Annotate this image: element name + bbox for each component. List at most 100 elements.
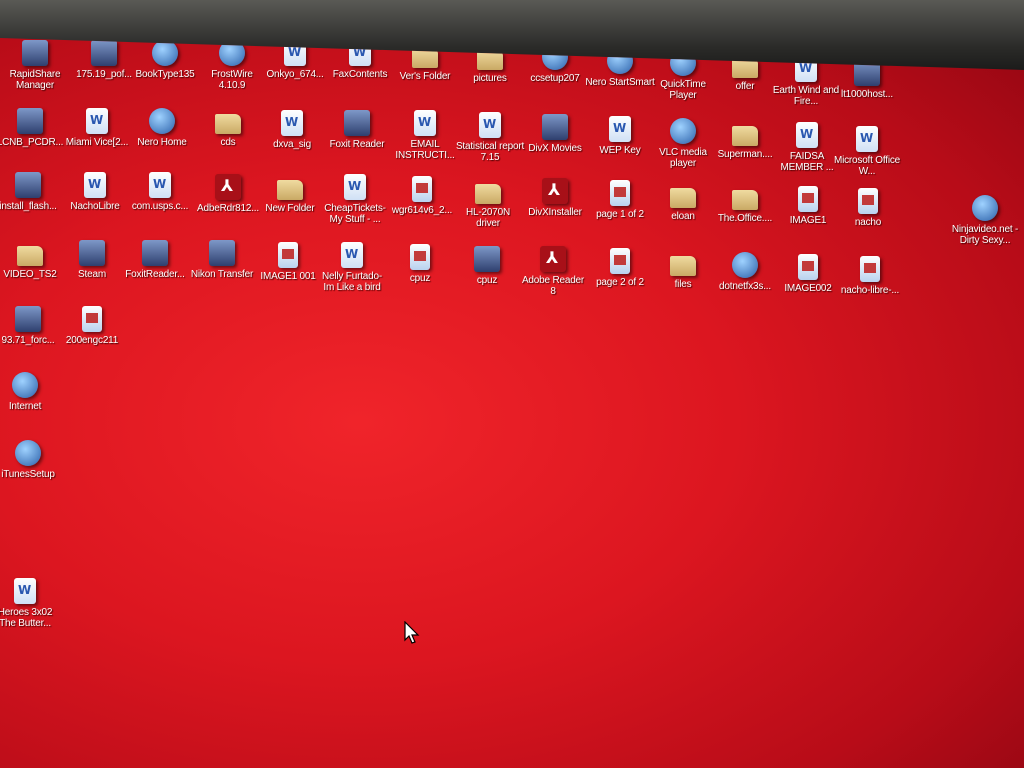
- desktop-icon-label: Nero Home: [137, 137, 187, 148]
- desktop-icon-label: Nikon Transfer: [190, 269, 254, 280]
- desktop-icon[interactable]: Nikon Transfer: [187, 240, 257, 280]
- desktop-icon[interactable]: DivX Movies: [520, 114, 590, 154]
- desktop-icon[interactable]: IMAGE002: [773, 254, 843, 294]
- doc-icon: [860, 256, 880, 282]
- desktop-icon[interactable]: dxva_sig: [257, 110, 327, 150]
- desktop-icon[interactable]: RapidShare Manager: [0, 40, 70, 91]
- desktop-icon[interactable]: cds: [193, 108, 263, 148]
- folder-icon: [17, 246, 43, 266]
- desktop-icon[interactable]: cpuz: [452, 246, 522, 286]
- desktop-icon[interactable]: page 1 of 2: [585, 180, 655, 220]
- doc-icon: [412, 176, 432, 202]
- desktop-icon-label: Microsoft Office W...: [833, 155, 901, 177]
- desktop-icon[interactable]: iTunesSetup: [0, 440, 63, 480]
- desktop-icon[interactable]: The.Office....: [710, 184, 780, 224]
- desktop-icon-label: AdbeRdr812...: [197, 203, 259, 214]
- desktop-icon-label: IMAGE002: [784, 283, 832, 294]
- desktop-icon[interactable]: install_flash...: [0, 172, 63, 212]
- doc-icon: [610, 180, 630, 206]
- desktop-icon-label: nacho-libre-...: [840, 285, 900, 296]
- desktop-icon[interactable]: dotnetfx3s...: [710, 252, 780, 292]
- desktop-icon-label: 200engc211: [65, 335, 119, 346]
- desktop-icon[interactable]: FoxitReader...: [120, 240, 190, 280]
- desktop-icon[interactable]: Adobe Reader 8: [518, 246, 588, 297]
- desktop-icon[interactable]: eloan: [648, 182, 718, 222]
- desktop-icon-label: files: [674, 279, 692, 290]
- desktop-icon[interactable]: Internet: [0, 372, 60, 412]
- desktop-icon[interactable]: New Folder: [255, 174, 325, 214]
- desktop-icon[interactable]: VIDEO_TS2: [0, 240, 65, 280]
- desktop-icon[interactable]: cpuz: [385, 244, 455, 284]
- desktop-icon[interactable]: NachoLibre: [60, 172, 130, 212]
- desktop-icon[interactable]: Heroes 3x02 The Butter...: [0, 578, 60, 629]
- desktop-icon[interactable]: LCNB_PCDR...: [0, 108, 65, 148]
- desktop-icon[interactable]: BookType135: [130, 40, 200, 80]
- doc2-icon: [344, 174, 366, 200]
- doc2-icon: [84, 172, 106, 198]
- desktop-icon-label: QuickTime Player: [660, 79, 706, 101]
- desktop-icon-label: Foxit Reader: [329, 139, 385, 150]
- doc2-icon: [14, 578, 36, 604]
- desktop-icon[interactable]: files: [648, 250, 718, 290]
- app-icon: [15, 440, 41, 466]
- desktop-icon-label: The.Office....: [717, 213, 773, 224]
- desktop-icon[interactable]: FrostWire 4.10.9: [197, 40, 267, 91]
- desktop-icon-label: ccsetup207: [530, 73, 580, 84]
- desktop-icon[interactable]: com.usps.c...: [125, 172, 195, 212]
- desktop-icon[interactable]: Steam: [57, 240, 127, 280]
- app-icon: [972, 195, 998, 221]
- desktop-icon[interactable]: wgr614v6_2...: [387, 176, 457, 216]
- desktop-icon[interactable]: Nero Home: [127, 108, 197, 148]
- pdf-icon: [542, 178, 568, 204]
- desktop-icon[interactable]: DivXInstaller: [520, 178, 590, 218]
- desktop-icon[interactable]: nacho: [833, 188, 903, 228]
- desktop-icon-label: nacho: [854, 217, 882, 228]
- folder-icon: [732, 190, 758, 210]
- desktop-icon[interactable]: IMAGE1 001: [253, 242, 323, 282]
- desktop-icon[interactable]: EMAIL INSTRUCTI...: [390, 110, 460, 161]
- desktop[interactable]: RapidShare Manager 175.19_pof... BookType1…: [0, 38, 1024, 768]
- gen-icon: [209, 240, 235, 266]
- desktop-icon[interactable]: 175.19_pof...: [69, 40, 139, 80]
- desktop-icon-label: FrostWire 4.10.9: [211, 69, 253, 91]
- desktop-icon-label: Ninjavideo.net - Dirty Sexy...: [951, 224, 1019, 246]
- desktop-icon[interactable]: HL-2070N driver: [453, 178, 523, 229]
- desktop-icon-label: New Folder: [265, 203, 315, 214]
- desktop-icon-label: Steam: [78, 269, 106, 280]
- desktop-icon[interactable]: Foxit Reader: [322, 110, 392, 150]
- desktop-icon-label: VIDEO_TS2: [3, 269, 57, 280]
- gen-icon: [79, 240, 105, 266]
- desktop-icon[interactable]: VLC media player: [648, 118, 718, 169]
- desktop-icon[interactable]: CheapTickets- My Stuff - ...: [320, 174, 390, 225]
- desktop-icon[interactable]: Statistical report 7.15: [455, 112, 525, 163]
- desktop-icon[interactable]: 200engc211: [57, 306, 127, 346]
- desktop-icon-label: Statistical report 7.15: [455, 141, 525, 163]
- desktop-icon[interactable]: Miami Vice[2...: [62, 108, 132, 148]
- doc2-icon: [609, 116, 631, 142]
- desktop-icon-label: FoxitReader...: [125, 269, 185, 280]
- gen-icon: [344, 110, 370, 136]
- desktop-icon[interactable]: 93.71_forc...: [0, 306, 63, 346]
- doc2-icon: [86, 108, 108, 134]
- desktop-icon-label: install_flash...: [0, 201, 57, 212]
- doc-icon: [798, 254, 818, 280]
- desktop-icon[interactable]: Nelly Furtado- Im Like a bird: [317, 242, 387, 293]
- desktop-icon-label: DivX Movies: [528, 143, 582, 154]
- desktop-icon[interactable]: Superman....: [710, 120, 780, 160]
- desktop-icon-label: Nero StartSmart: [585, 77, 655, 88]
- folder-icon: [215, 114, 241, 134]
- desktop-icon[interactable]: Microsoft Office W...: [832, 126, 902, 177]
- gen-icon: [22, 40, 48, 66]
- desktop-icon[interactable]: nacho-libre-...: [835, 256, 905, 296]
- desktop-icon-label: Internet: [8, 401, 42, 412]
- desktop-icon[interactable]: Ninjavideo.net - Dirty Sexy...: [950, 195, 1020, 246]
- desktop-icon-label: pictures: [473, 73, 507, 84]
- desktop-icon[interactable]: lt1000host...: [832, 60, 902, 100]
- gen-icon: [142, 240, 168, 266]
- desktop-icon[interactable]: page 2 of 2: [585, 248, 655, 288]
- desktop-icon[interactable]: AdbeRdr812...: [193, 174, 263, 214]
- pdf-icon: [215, 174, 241, 200]
- gen-icon: [15, 306, 41, 332]
- desktop-icon[interactable]: WEP Key: [585, 116, 655, 156]
- desktop-icon-label: dotnetfx3s...: [719, 281, 771, 292]
